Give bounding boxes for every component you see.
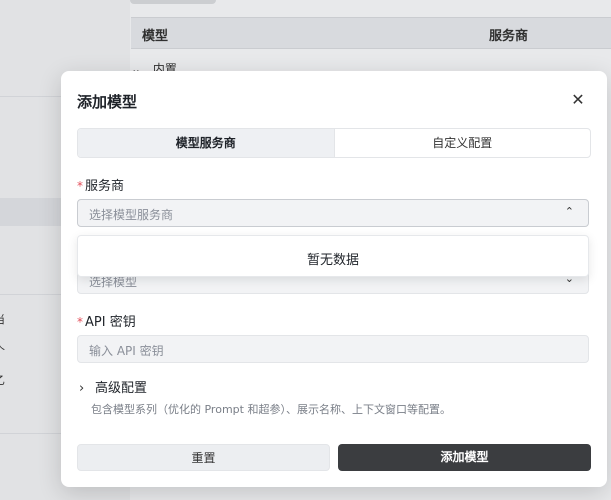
advanced-config-toggle[interactable]: › 高级配置: [79, 377, 147, 396]
close-button[interactable]: ✕: [569, 91, 587, 109]
api-key-placeholder: 输入 API 密钥: [89, 344, 164, 358]
advanced-config-description: 包含模型系列（优化的 Prompt 和超参）、展示名称、上下文窗口等配置。: [91, 403, 451, 416]
api-key-label: * API 密钥: [77, 311, 136, 330]
close-icon: ✕: [571, 90, 585, 109]
chevron-right-icon: ›: [79, 381, 85, 396]
tab-model-provider[interactable]: 模型服务商: [78, 129, 334, 157]
provider-label: * 服务商: [77, 175, 124, 194]
required-mark: *: [77, 179, 83, 193]
required-mark: *: [77, 315, 83, 329]
config-mode-tabs: 模型服务商 自定义配置: [77, 128, 591, 158]
provider-dropdown: 暂无数据: [77, 235, 589, 277]
chevron-up-icon: ⌃: [564, 205, 574, 218]
add-model-dialog: 添加模型 ✕ 模型服务商 自定义配置 * 服务商 选择模型服务商 ⌃ 选择模型 ⌄…: [61, 71, 607, 487]
provider-select-placeholder: 选择模型服务商: [89, 208, 174, 222]
advanced-config-label: 高级配置: [95, 381, 148, 396]
provider-select[interactable]: 选择模型服务商 ⌃: [77, 199, 589, 227]
provider-label-text: 服务商: [85, 179, 125, 194]
api-key-label-text: API 密钥: [85, 315, 136, 330]
add-model-button[interactable]: 添加模型: [338, 444, 591, 471]
dialog-title: 添加模型: [77, 93, 138, 111]
api-key-input[interactable]: 输入 API 密钥: [77, 335, 589, 363]
tab-custom-config[interactable]: 自定义配置: [333, 129, 591, 157]
dropdown-empty-text: 暂无数据: [306, 253, 359, 268]
reset-button[interactable]: 重置: [77, 444, 330, 471]
